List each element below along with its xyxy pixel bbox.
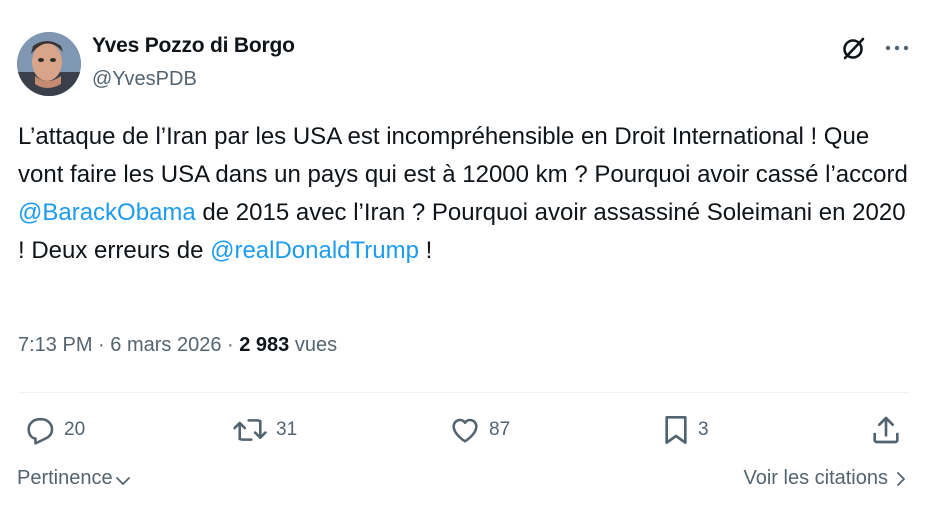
meta-separator: · [92, 334, 111, 356]
avatar[interactable] [17, 32, 81, 96]
more-options-button[interactable] [880, 32, 914, 64]
author-handle[interactable]: @YvesPDB [92, 68, 197, 91]
share-icon [873, 416, 899, 444]
sort-label: Pertinence [17, 467, 113, 489]
retweet-count: 31 [276, 419, 298, 440]
reply-icon [27, 417, 54, 445]
tweet-date[interactable]: 6 mars 2026 [110, 334, 221, 356]
mention-link[interactable]: @realDonaldTrump [210, 237, 419, 264]
reply-count: 20 [64, 419, 86, 440]
divider [18, 392, 910, 393]
bookmark-button[interactable]: 3 [662, 412, 709, 448]
grok-button[interactable] [838, 32, 870, 64]
author-name[interactable]: Yves Pozzo di Borgo [92, 34, 295, 58]
share-button[interactable] [870, 412, 902, 448]
retweet-icon [233, 419, 267, 441]
views-count: 2 983 [239, 334, 290, 356]
like-icon [452, 418, 478, 443]
retweet-button[interactable]: 31 [232, 412, 297, 448]
tweet-text: L’attaque de l’Iran par les USA est inco… [18, 118, 918, 270]
bookmark-count: 3 [698, 419, 709, 440]
views-label: vues [289, 334, 338, 356]
reply-button[interactable]: 20 [24, 412, 85, 448]
mention-link[interactable]: @BarackObama [18, 199, 196, 226]
tweet-text-part: ! [418, 237, 433, 264]
more-icon [885, 45, 909, 51]
view-quotes-link[interactable]: Voir les citations [743, 467, 908, 490]
avatar-image [17, 32, 81, 96]
tweet-time[interactable]: 7:13 PM [18, 334, 92, 356]
tweet-meta: 7:13 PM · 6 mars 2026 · 2 983 vues [18, 334, 337, 357]
chevron-right-icon [897, 471, 905, 486]
grok-icon [843, 37, 865, 60]
bookmark-icon [665, 416, 687, 444]
view-quotes-label: Voir les citations [743, 467, 888, 489]
chevron-down-icon [115, 476, 130, 485]
tweet-text-part: L’attaque de l’Iran par les USA est inco… [18, 123, 908, 188]
sort-dropdown[interactable]: Pertinence [17, 467, 131, 490]
meta-separator: · [221, 334, 240, 356]
like-button[interactable]: 87 [449, 412, 510, 448]
like-count: 87 [489, 419, 511, 440]
